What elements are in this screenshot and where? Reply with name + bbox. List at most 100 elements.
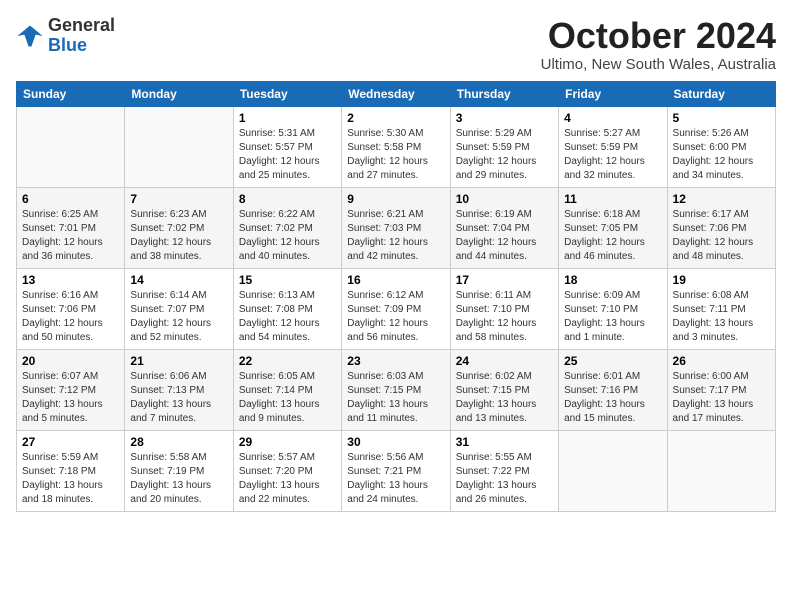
day-number: 7 — [130, 192, 227, 206]
calendar-cell — [125, 106, 233, 187]
day-number: 25 — [564, 354, 661, 368]
day-info: Sunrise: 6:23 AMSunset: 7:02 PMDaylight:… — [130, 208, 227, 264]
weekday-header-thursday: Thursday — [450, 81, 558, 106]
day-number: 10 — [456, 192, 553, 206]
calendar-cell: 31Sunrise: 5:55 AMSunset: 7:22 PMDayligh… — [450, 430, 558, 511]
weekday-header-monday: Monday — [125, 81, 233, 106]
day-number: 12 — [673, 192, 770, 206]
day-number: 24 — [456, 354, 553, 368]
day-number: 29 — [239, 435, 336, 449]
day-info: Sunrise: 6:03 AMSunset: 7:15 PMDaylight:… — [347, 370, 444, 426]
day-number: 20 — [22, 354, 119, 368]
calendar-cell — [667, 430, 775, 511]
day-number: 27 — [22, 435, 119, 449]
day-info: Sunrise: 5:55 AMSunset: 7:22 PMDaylight:… — [456, 451, 553, 507]
day-number: 30 — [347, 435, 444, 449]
calendar-body: 1 Sunrise: 5:31 AMSunset: 5:57 PMDaylight… — [17, 106, 776, 511]
calendar-cell: 23Sunrise: 6:03 AMSunset: 7:15 PMDayligh… — [342, 349, 450, 430]
weekday-header-friday: Friday — [559, 81, 667, 106]
day-info: Sunrise: 5:57 AMSunset: 7:20 PMDaylight:… — [239, 451, 336, 507]
day-number: 11 — [564, 192, 661, 206]
day-info: Sunrise: 6:09 AMSunset: 7:10 PMDaylight:… — [564, 289, 661, 345]
month-title: October 2024 — [541, 16, 776, 56]
calendar-cell: 4Sunrise: 5:27 AMSunset: 5:59 PMDaylight… — [559, 106, 667, 187]
calendar-cell: 7 Sunrise: 6:23 AMSunset: 7:02 PMDaylight… — [125, 187, 233, 268]
day-number: 16 — [347, 273, 444, 287]
day-number: 21 — [130, 354, 227, 368]
day-number: 18 — [564, 273, 661, 287]
day-info: Sunrise: 5:58 AMSunset: 7:19 PMDaylight:… — [130, 451, 227, 507]
calendar-week-4: 20 Sunrise: 6:07 AMSunset: 7:12 PMDayligh… — [17, 349, 776, 430]
day-number: 2 — [347, 111, 444, 125]
day-number: 3 — [456, 111, 553, 125]
calendar-cell: 19Sunrise: 6:08 AMSunset: 7:11 PMDayligh… — [667, 268, 775, 349]
calendar-cell: 12 Sunrise: 6:17 AMSunset: 7:06 PMDayligh… — [667, 187, 775, 268]
day-info: Sunrise: 6:16 AMSunset: 7:06 PMDaylight:… — [22, 289, 119, 345]
calendar-cell: 20 Sunrise: 6:07 AMSunset: 7:12 PMDayligh… — [17, 349, 125, 430]
calendar-cell: 10 Sunrise: 6:19 AMSunset: 7:04 PMDayligh… — [450, 187, 558, 268]
calendar-cell: 30 Sunrise: 5:56 AMSunset: 7:21 PMDayligh… — [342, 430, 450, 511]
calendar-week-2: 6Sunrise: 6:25 AMSunset: 7:01 PMDaylight… — [17, 187, 776, 268]
calendar-cell: 24Sunrise: 6:02 AMSunset: 7:15 PMDayligh… — [450, 349, 558, 430]
calendar-header: SundayMondayTuesdayWednesdayThursdayFrid… — [17, 81, 776, 106]
day-number: 17 — [456, 273, 553, 287]
calendar-cell: 5Sunrise: 5:26 AMSunset: 6:00 PMDaylight… — [667, 106, 775, 187]
day-info: Sunrise: 6:18 AMSunset: 7:05 PMDaylight:… — [564, 208, 661, 264]
calendar-cell — [17, 106, 125, 187]
day-number: 22 — [239, 354, 336, 368]
day-info: Sunrise: 5:31 AMSunset: 5:57 PMDaylight:… — [239, 127, 336, 183]
calendar-cell: 15Sunrise: 6:13 AMSunset: 7:08 PMDayligh… — [233, 268, 341, 349]
calendar-table: SundayMondayTuesdayWednesdayThursdayFrid… — [16, 81, 776, 512]
day-info: Sunrise: 6:17 AMSunset: 7:06 PMDaylight:… — [673, 208, 770, 264]
calendar-cell: 26 Sunrise: 6:00 AMSunset: 7:17 PMDayligh… — [667, 349, 775, 430]
day-info: Sunrise: 6:14 AMSunset: 7:07 PMDaylight:… — [130, 289, 227, 345]
calendar-cell: 21 Sunrise: 6:06 AMSunset: 7:13 PMDayligh… — [125, 349, 233, 430]
day-number: 26 — [673, 354, 770, 368]
calendar-cell: 14 Sunrise: 6:14 AMSunset: 7:07 PMDayligh… — [125, 268, 233, 349]
day-info: Sunrise: 6:06 AMSunset: 7:13 PMDaylight:… — [130, 370, 227, 426]
calendar-cell: 17Sunrise: 6:11 AMSunset: 7:10 PMDayligh… — [450, 268, 558, 349]
calendar-cell: 8 Sunrise: 6:22 AMSunset: 7:02 PMDaylight… — [233, 187, 341, 268]
calendar-cell: 13 Sunrise: 6:16 AMSunset: 7:06 PMDayligh… — [17, 268, 125, 349]
calendar-week-3: 13 Sunrise: 6:16 AMSunset: 7:06 PMDayligh… — [17, 268, 776, 349]
calendar-cell: 25 Sunrise: 6:01 AMSunset: 7:16 PMDayligh… — [559, 349, 667, 430]
day-info: Sunrise: 6:19 AMSunset: 7:04 PMDaylight:… — [456, 208, 553, 264]
calendar-cell: 22Sunrise: 6:05 AMSunset: 7:14 PMDayligh… — [233, 349, 341, 430]
day-number: 1 — [239, 111, 336, 125]
calendar-cell: 6Sunrise: 6:25 AMSunset: 7:01 PMDaylight… — [17, 187, 125, 268]
calendar-week-1: 1 Sunrise: 5:31 AMSunset: 5:57 PMDaylight… — [17, 106, 776, 187]
location-title: Ultimo, New South Wales, Australia — [541, 56, 776, 73]
day-info: Sunrise: 6:07 AMSunset: 7:12 PMDaylight:… — [22, 370, 119, 426]
weekday-header-tuesday: Tuesday — [233, 81, 341, 106]
logo-text: General Blue — [48, 16, 115, 56]
day-info: Sunrise: 5:56 AMSunset: 7:21 PMDaylight:… — [347, 451, 444, 507]
calendar-cell: 9 Sunrise: 6:21 AMSunset: 7:03 PMDaylight… — [342, 187, 450, 268]
calendar-cell: 27Sunrise: 5:59 AMSunset: 7:18 PMDayligh… — [17, 430, 125, 511]
day-info: Sunrise: 5:30 AMSunset: 5:58 PMDaylight:… — [347, 127, 444, 183]
day-info: Sunrise: 6:21 AMSunset: 7:03 PMDaylight:… — [347, 208, 444, 264]
title-block: October 2024 Ultimo, New South Wales, Au… — [541, 16, 776, 73]
day-number: 28 — [130, 435, 227, 449]
logo: General Blue — [16, 16, 115, 56]
day-info: Sunrise: 5:29 AMSunset: 5:59 PMDaylight:… — [456, 127, 553, 183]
page-header: General Blue October 2024 Ultimo, New So… — [16, 16, 776, 73]
day-number: 9 — [347, 192, 444, 206]
weekday-row: SundayMondayTuesdayWednesdayThursdayFrid… — [17, 81, 776, 106]
day-number: 15 — [239, 273, 336, 287]
calendar-week-5: 27Sunrise: 5:59 AMSunset: 7:18 PMDayligh… — [17, 430, 776, 511]
calendar-cell: 29 Sunrise: 5:57 AMSunset: 7:20 PMDayligh… — [233, 430, 341, 511]
calendar-cell: 18 Sunrise: 6:09 AMSunset: 7:10 PMDayligh… — [559, 268, 667, 349]
day-number: 5 — [673, 111, 770, 125]
day-info: Sunrise: 6:00 AMSunset: 7:17 PMDaylight:… — [673, 370, 770, 426]
day-number: 8 — [239, 192, 336, 206]
calendar-cell: 1 Sunrise: 5:31 AMSunset: 5:57 PMDaylight… — [233, 106, 341, 187]
calendar-cell — [559, 430, 667, 511]
day-info: Sunrise: 6:22 AMSunset: 7:02 PMDaylight:… — [239, 208, 336, 264]
day-number: 14 — [130, 273, 227, 287]
day-number: 13 — [22, 273, 119, 287]
day-number: 19 — [673, 273, 770, 287]
day-info: Sunrise: 5:27 AMSunset: 5:59 PMDaylight:… — [564, 127, 661, 183]
calendar-cell: 28 Sunrise: 5:58 AMSunset: 7:19 PMDayligh… — [125, 430, 233, 511]
calendar-cell: 2 Sunrise: 5:30 AMSunset: 5:58 PMDaylight… — [342, 106, 450, 187]
day-info: Sunrise: 6:01 AMSunset: 7:16 PMDaylight:… — [564, 370, 661, 426]
